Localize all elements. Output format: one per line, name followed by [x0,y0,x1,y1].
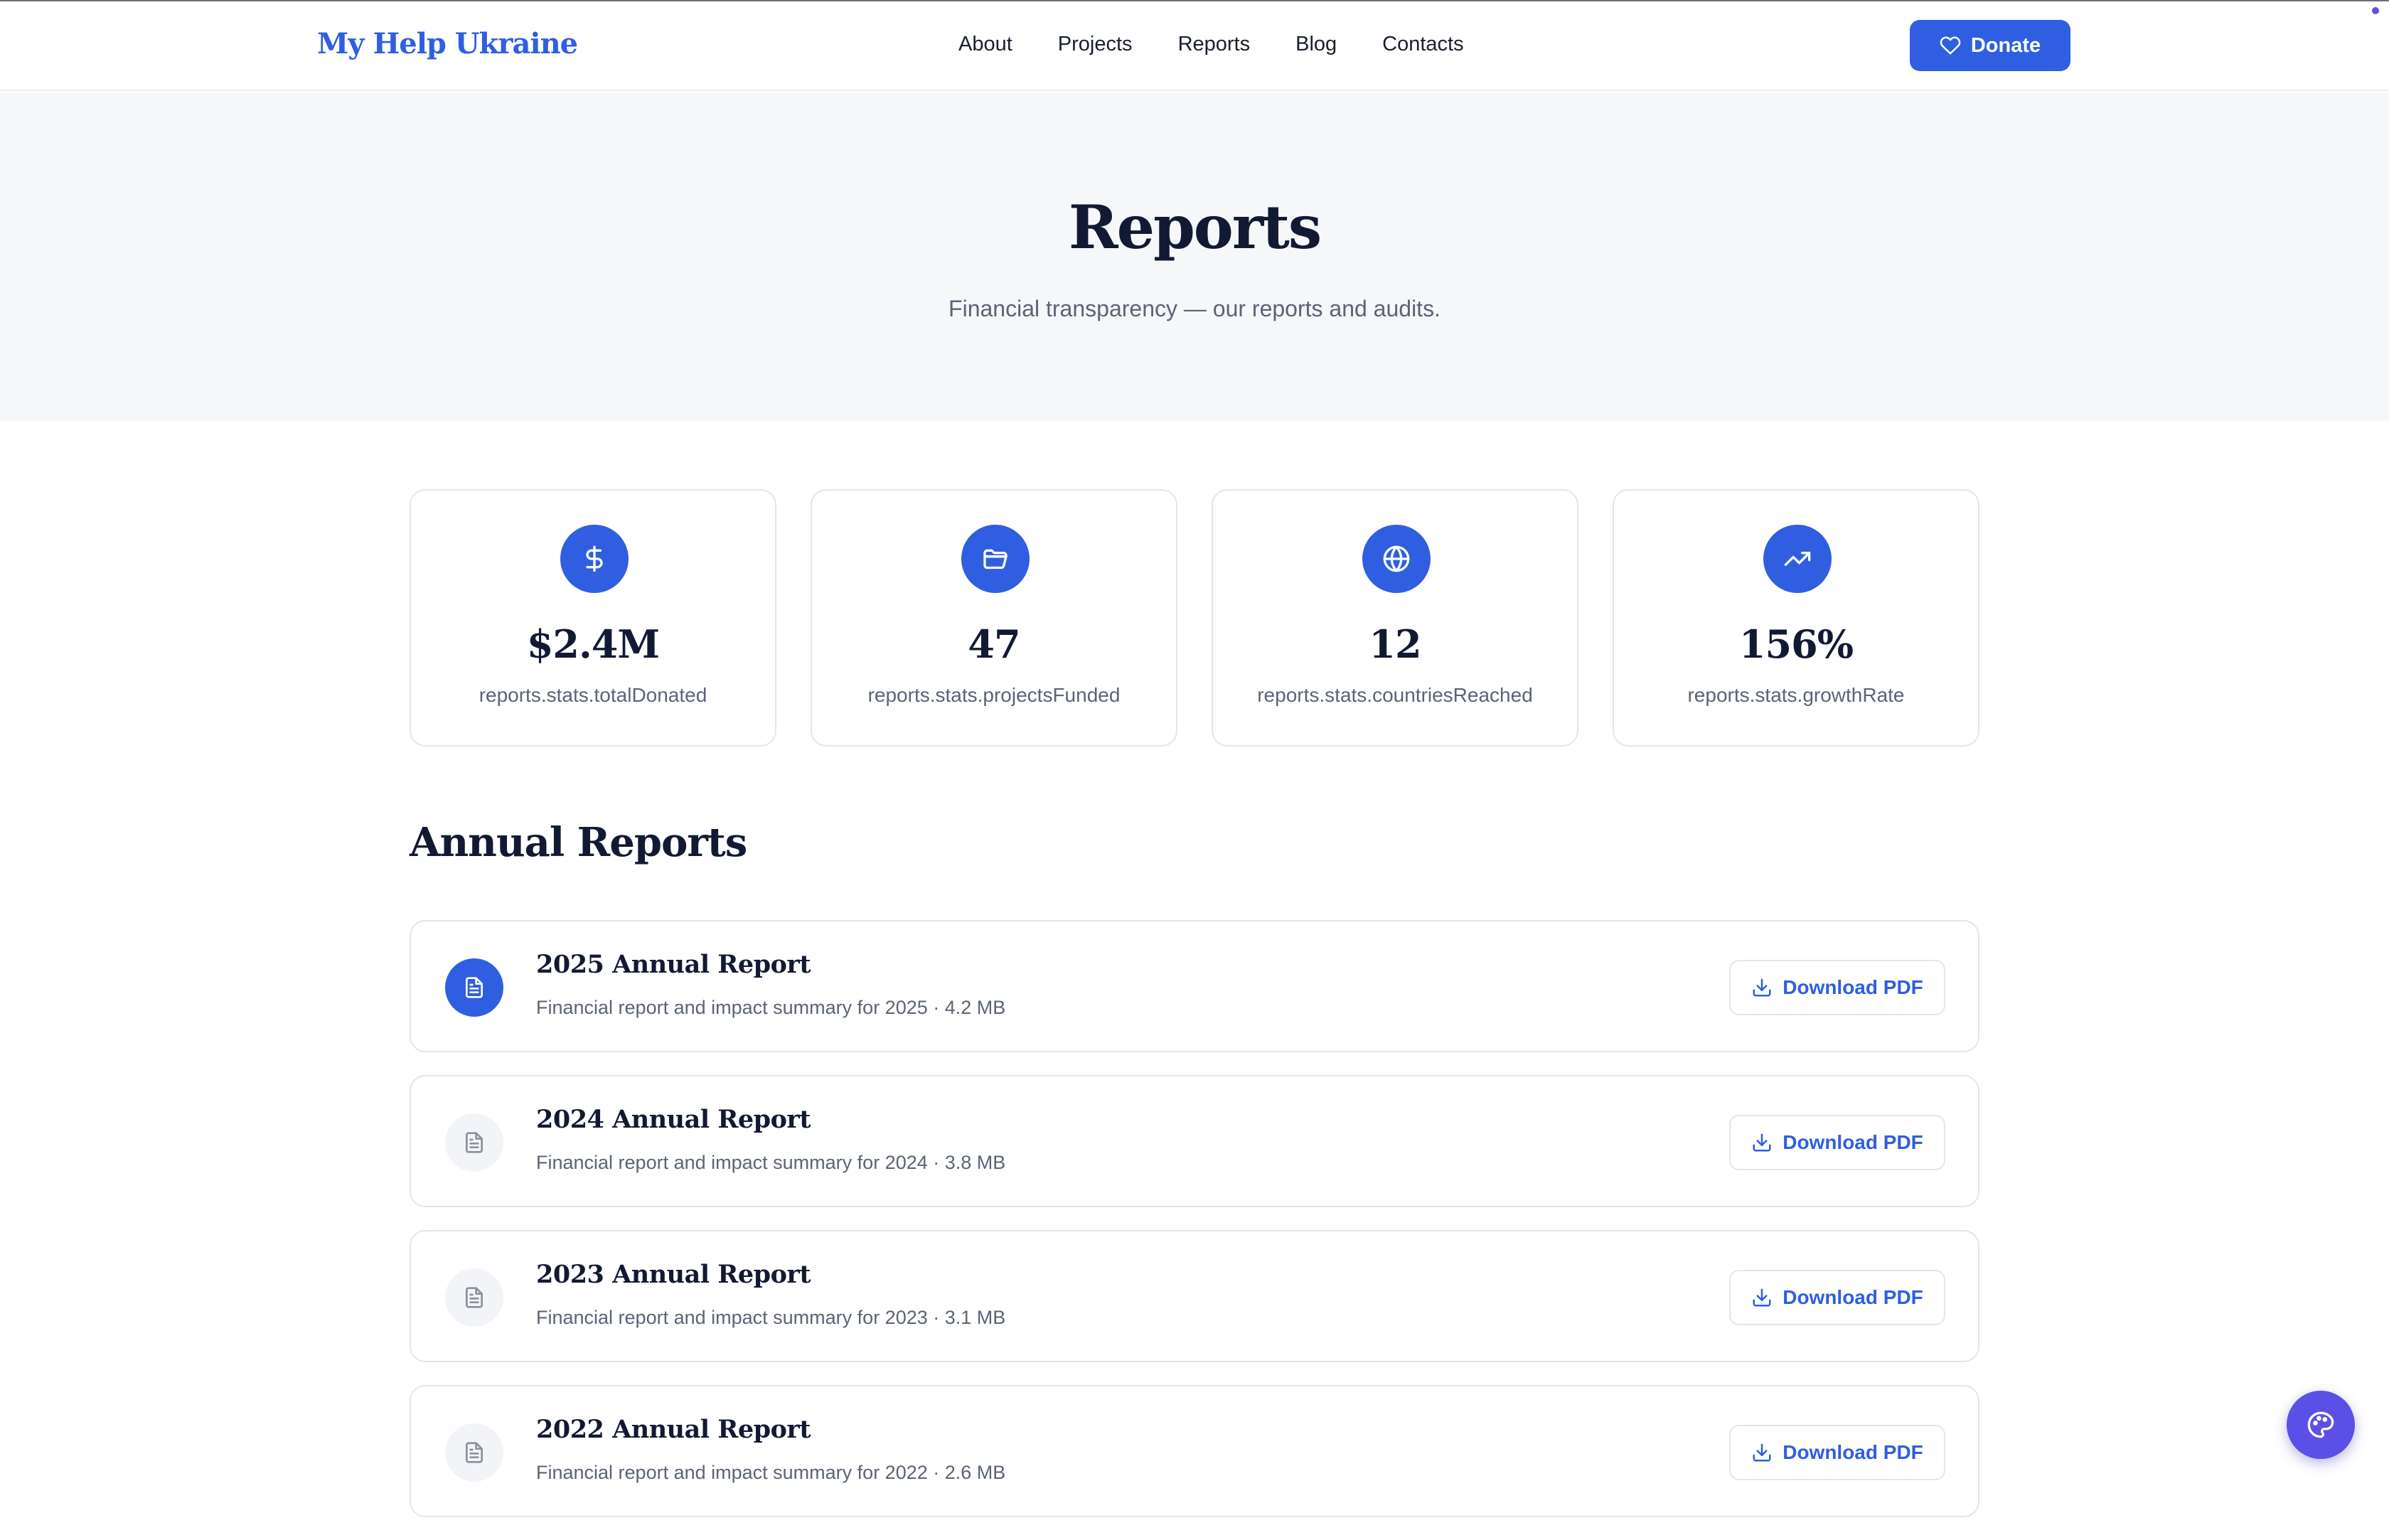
main-nav: About Projects Reports Blog Contacts [958,33,1464,56]
download-pdf-button[interactable]: Download PDF [1729,1425,1945,1480]
stat-label: reports.stats.projectsFunded [867,684,1121,706]
download-label: Download PDF [1783,976,1923,998]
download-icon [1753,1288,1771,1307]
stat-value: 12 [1369,621,1421,667]
annual-reports-list: 2025 Annual Report Financial report and … [410,920,1979,1540]
report-row-2023: 2023 Annual Report Financial report and … [410,1230,1979,1362]
heart-icon [1940,36,1961,55]
download-pdf-button[interactable]: Download PDF [1729,1270,1945,1325]
stat-card-total-donated: $2.4M reports.stats.totalDonated [410,489,776,747]
download-pdf-button[interactable]: Download PDF [1729,960,1945,1015]
report-description: Financial report and impact summary for … [536,1307,1006,1328]
nav-link-contacts[interactable]: Contacts [1382,33,1463,56]
report-row-2022: 2022 Annual Report Financial report and … [410,1385,1979,1517]
page-title: Reports [1068,192,1322,262]
theme-palette-button[interactable] [2287,1391,2355,1459]
annual-reports-heading: Annual Reports [410,819,747,866]
report-description: Financial report and impact summary for … [536,1152,1006,1173]
stat-card-countries-reached: 12 reports.stats.countriesReached [1212,489,1578,747]
status-dot [2372,7,2379,14]
stats-grid: $2.4M reports.stats.totalDonated 47 repo… [410,489,1979,747]
download-label: Download PDF [1783,1286,1923,1308]
palette-icon [2307,1411,2334,1438]
stat-card-growth-rate: 156% reports.stats.growthRate [1613,489,1979,747]
stat-label: reports.stats.totalDonated [479,684,707,706]
dollar-icon [560,525,629,593]
report-description: Financial report and impact summary for … [536,997,1006,1018]
report-description: Financial report and impact summary for … [536,1462,1006,1483]
donate-label: Donate [1970,33,2041,57]
download-pdf-button[interactable]: Download PDF [1729,1115,1945,1170]
document-icon [445,1423,503,1482]
trending-up-icon [1763,525,1832,593]
nav-link-projects[interactable]: Projects [1058,33,1133,56]
site-logo[interactable]: My Help Ukraine [317,27,578,60]
donate-button[interactable]: Donate [1910,20,2070,71]
stat-label: reports.stats.countriesReached [1257,684,1533,706]
report-title: 2023 Annual Report [536,1260,811,1289]
report-title: 2025 Annual Report [536,950,811,979]
download-label: Download PDF [1783,1441,1923,1463]
globe-icon [1362,525,1431,593]
page-subtitle: Financial transparency — our reports and… [948,296,1441,321]
stat-value: 156% [1738,621,1854,667]
stat-card-projects-funded: 47 reports.stats.projectsFunded [811,489,1177,747]
download-icon [1753,1443,1771,1462]
folder-icon [961,525,1030,593]
report-row-2024: 2024 Annual Report Financial report and … [410,1075,1979,1207]
document-icon [445,1113,503,1172]
download-label: Download PDF [1783,1131,1923,1153]
stat-label: reports.stats.growthRate [1687,684,1905,706]
page-hero: Reports Financial transparency — our rep… [0,92,2389,421]
report-title: 2024 Annual Report [536,1105,811,1134]
nav-link-about[interactable]: About [958,33,1012,56]
report-title: 2022 Annual Report [536,1415,811,1444]
nav-link-reports[interactable]: Reports [1178,33,1251,56]
site-header: My Help Ukraine About Projects Reports B… [0,1,2389,91]
document-icon [445,1268,503,1327]
download-icon [1753,1133,1771,1152]
nav-link-blog[interactable]: Blog [1295,33,1337,56]
report-row-2025: 2025 Annual Report Financial report and … [410,920,1979,1052]
download-icon [1753,978,1771,997]
stat-value: 47 [968,621,1020,667]
document-icon [445,958,503,1017]
stat-value: $2.4M [526,621,660,667]
